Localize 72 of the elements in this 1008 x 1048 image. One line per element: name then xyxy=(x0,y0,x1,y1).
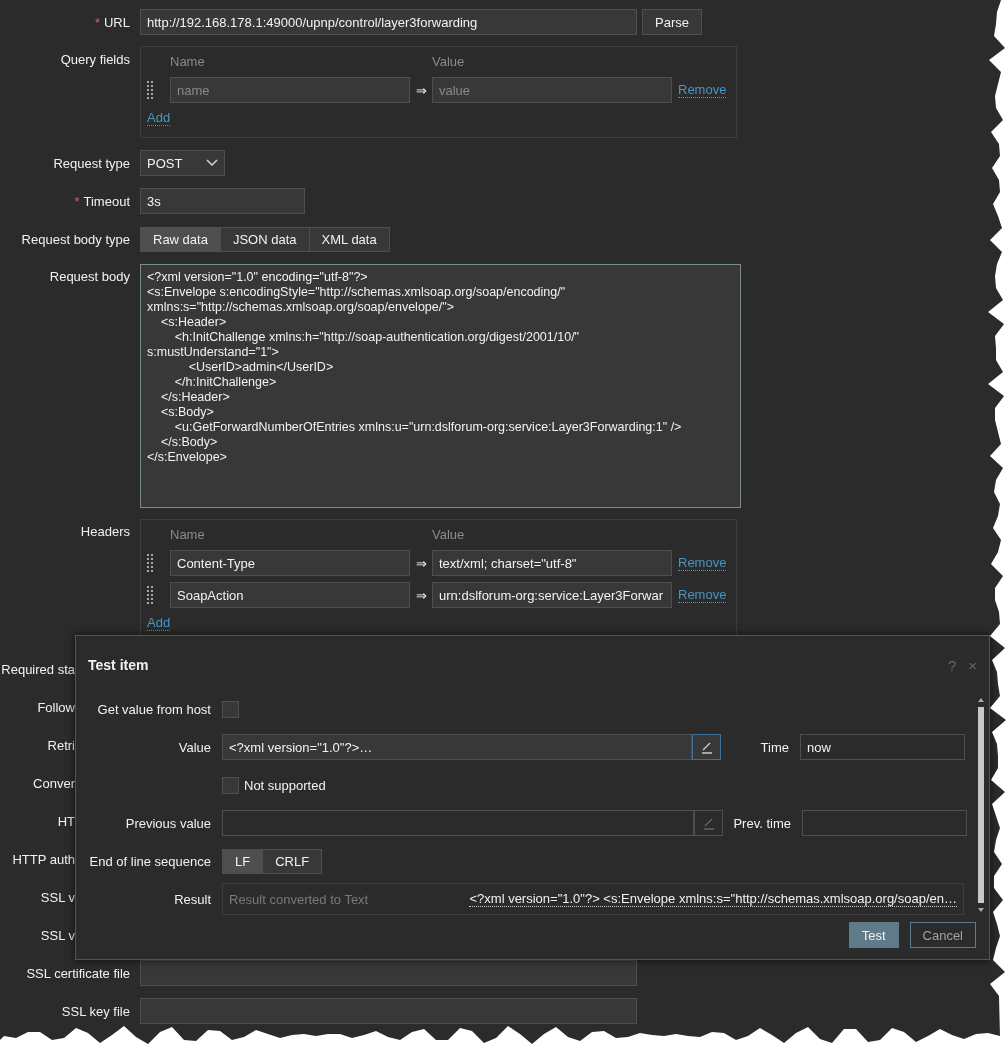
test-button[interactable]: Test xyxy=(848,922,899,948)
checkbox-label: Not supported xyxy=(244,777,326,793)
field-label: Query fields xyxy=(59,51,130,67)
field-label: Request type xyxy=(52,155,130,171)
field-label: SSL key file xyxy=(60,1003,130,1019)
request-body-field[interactable]: <?xml version="1.0" encoding="utf-8"?> <s:Envelope s:encodingStyle="http://schemas.xmlsoap.org/soap/encoding/" xmlns:s="http://schemas.xmlsoap.org/soap/envelope/"> <s:Header> <h:InitChallenge xmlns:h="http://soap-authentication.org/digest/2001/10/" s:mustUnderstand="1"> <UserID>admin</UserID> </h:InitChallenge> </s:Header> <s:Body> <u:GetForwardNumberOfEntries xmlns:u="urn:dslforum-org:service:Layer3Forwarding:1" /> </s:Body> </s:Envelope> xyxy=(140,264,741,508)
field-label: Request body xyxy=(48,268,130,284)
scrollbar[interactable] xyxy=(977,696,985,914)
dialog-title: Test item xyxy=(88,657,149,673)
column-header: Name xyxy=(170,53,206,69)
body-type-tab[interactable]: XML data xyxy=(309,228,389,251)
result-value[interactable]: <?xml version="1.0"?> <s:Envelope xmlns:s="http://schemas.xmlsoap.org/soap/en… xyxy=(469,891,957,907)
field-label: Result xyxy=(173,891,211,907)
field-label: HT xyxy=(56,813,75,829)
drag-handle-icon[interactable] xyxy=(147,554,153,572)
cancel-button[interactable]: Cancel xyxy=(909,922,976,948)
field-label: SSL certificate file xyxy=(25,965,130,981)
checkbox[interactable] xyxy=(222,700,239,718)
field-label: Follow xyxy=(36,699,75,715)
time-field[interactable]: now xyxy=(800,734,965,760)
field-label: Value xyxy=(177,739,211,755)
add-link[interactable]: Add xyxy=(147,616,171,631)
request-type-select[interactable]: POST xyxy=(140,150,225,176)
remove-link[interactable]: Remove xyxy=(678,587,727,603)
test-value-field[interactable]: <?xml version="1.0"?>… xyxy=(222,734,692,760)
body-type-tab[interactable]: Raw data xyxy=(141,228,221,251)
result-field[interactable]: Result converted to Text <?xml version="1.0"?> <s:Envelope xmlns:s="http://schemas.xmlsoap.org/soap/en… xyxy=(222,883,964,915)
file-field[interactable] xyxy=(140,960,637,986)
header-name-field[interactable]: Content-Type xyxy=(170,550,410,576)
field-label: Conver xyxy=(32,775,75,791)
field-label: End of line sequence xyxy=(88,853,211,869)
line-ending-tab[interactable]: CRLF xyxy=(263,849,322,873)
field-label: * Timeout xyxy=(73,193,130,209)
field-label: Get value from host xyxy=(96,701,211,717)
edit-button[interactable] xyxy=(692,734,721,760)
header-value-field[interactable]: text/xml; charset="utf-8" xyxy=(432,550,672,576)
checkbox[interactable] xyxy=(222,776,239,794)
pencil-icon xyxy=(699,740,714,754)
field-label: Prev. time xyxy=(732,815,791,831)
field-label: Request body type xyxy=(20,232,130,247)
header-name-field[interactable]: SoapAction xyxy=(170,582,410,608)
field-label: Headers xyxy=(79,523,130,539)
column-header: Name xyxy=(170,526,206,542)
header-value-field[interactable]: urn:dslforum-org:service:Layer3Forwar xyxy=(432,582,672,608)
arrow-text: ⇒ xyxy=(414,587,428,603)
arrow-text: ⇒ xyxy=(414,555,428,571)
column-header: Value xyxy=(432,526,466,542)
field-label: SSL v xyxy=(39,927,75,943)
remove-link[interactable]: Remove xyxy=(678,82,727,98)
field-label: Time xyxy=(759,739,789,755)
timeout-field[interactable]: 3s xyxy=(140,188,305,214)
field-label: Retri xyxy=(46,737,75,753)
pencil-icon xyxy=(701,816,716,830)
field-label: HTTP auth xyxy=(11,851,75,867)
body-type-tab[interactable]: JSON data xyxy=(220,228,310,251)
drag-handle-icon[interactable] xyxy=(147,81,153,99)
chevron-down-icon xyxy=(206,159,218,167)
field-label: Required sta xyxy=(0,661,75,677)
line-ending-tab[interactable]: LF xyxy=(223,849,264,873)
prev-time-field[interactable] xyxy=(802,810,967,836)
field-label: Previous value xyxy=(124,815,211,831)
add-link[interactable]: Add xyxy=(147,111,171,126)
file-field[interactable] xyxy=(140,998,637,1024)
parse-button[interactable]: Parse xyxy=(642,9,702,35)
drag-handle-icon[interactable] xyxy=(147,586,153,604)
previous-value-field[interactable] xyxy=(222,810,694,836)
arrow-text: ⇒ xyxy=(414,82,428,98)
field-label: * URL xyxy=(93,14,130,30)
column-header: Value xyxy=(432,53,466,69)
field-label: SSL v xyxy=(39,889,75,905)
url-field[interactable]: http://192.168.178.1:49000/upnp/control/layer3forwarding xyxy=(140,9,637,35)
remove-link[interactable]: Remove xyxy=(678,555,727,571)
